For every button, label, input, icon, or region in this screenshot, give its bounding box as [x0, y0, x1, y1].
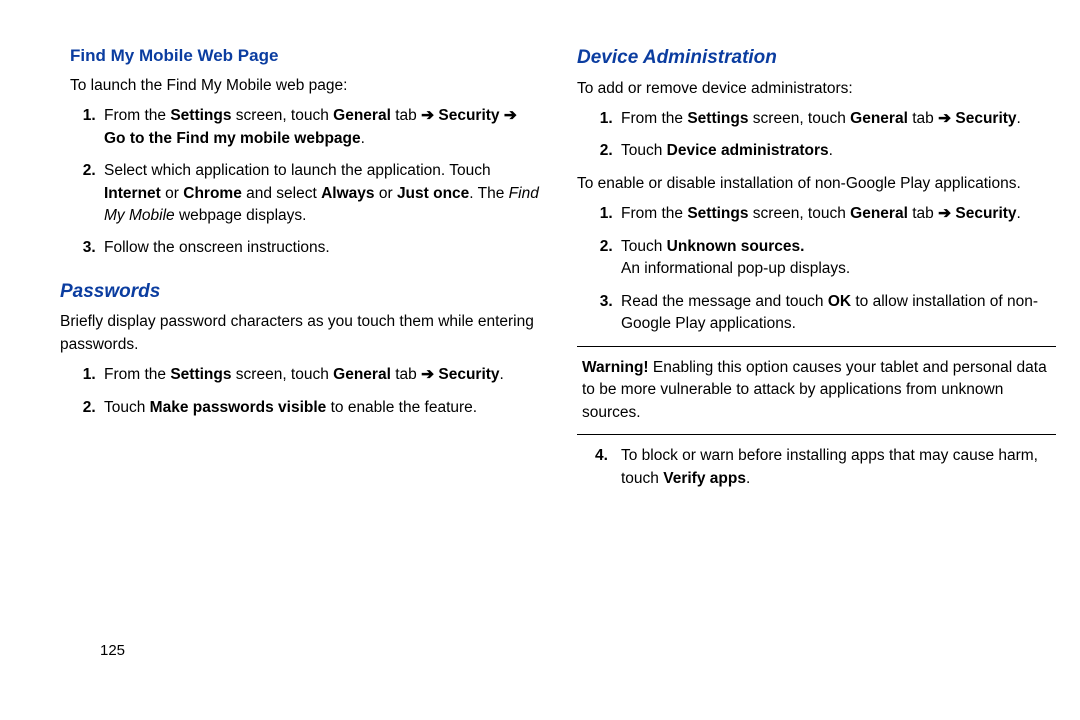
- passwords-steps-list: From the Settings screen, touch General …: [60, 364, 539, 419]
- settings-label: Settings: [170, 107, 231, 124]
- text: or: [375, 185, 397, 202]
- find-step-3: Follow the onscreen instructions.: [100, 237, 539, 259]
- dev1-step-2: Touch Device administrators.: [617, 140, 1056, 162]
- unknown-sources-steps: From the Settings screen, touch General …: [577, 203, 1056, 335]
- just-once-label: Just once: [397, 185, 469, 202]
- arrow-icon: ➔: [421, 366, 434, 383]
- text: Touch: [621, 142, 667, 159]
- divider: [577, 434, 1056, 435]
- general-label: General: [850, 110, 908, 127]
- divider: [577, 346, 1056, 347]
- heading-find-my-mobile: Find My Mobile Web Page: [60, 44, 539, 69]
- text: Select which application to launch the a…: [104, 162, 491, 179]
- settings-label: Settings: [687, 205, 748, 222]
- find-step-2: Select which application to launch the a…: [100, 160, 539, 227]
- dev2-step-1: From the Settings screen, touch General …: [617, 203, 1056, 225]
- security-label: Security: [438, 366, 499, 383]
- pw-step-1: From the Settings screen, touch General …: [100, 364, 539, 386]
- dev2-step-2: Touch Unknown sources. An informational …: [617, 236, 1056, 281]
- find-step-1: From the Settings screen, touch General …: [100, 105, 539, 150]
- text: From the: [621, 205, 687, 222]
- passwords-intro-text: Briefly display password characters as y…: [60, 311, 539, 356]
- always-label: Always: [321, 185, 374, 202]
- warning-label: Warning!: [582, 359, 649, 376]
- security-label: Security: [955, 205, 1016, 222]
- text: or: [161, 185, 183, 202]
- text: . The: [469, 185, 508, 202]
- settings-label: Settings: [687, 110, 748, 127]
- dev-admin-intro-1: To add or remove device administrators:: [577, 78, 1056, 100]
- security-label: Security: [438, 107, 499, 124]
- arrow-icon: ➔: [421, 107, 434, 124]
- internet-label: Internet: [104, 185, 161, 202]
- text: and select: [242, 185, 321, 202]
- general-label: General: [333, 107, 391, 124]
- dev-admin-intro-2: To enable or disable installation of non…: [577, 173, 1056, 195]
- general-label: General: [850, 205, 908, 222]
- warning-block: Warning! Enabling this option causes you…: [577, 357, 1056, 424]
- text: From the: [104, 107, 170, 124]
- text: From the: [621, 110, 687, 127]
- general-label: General: [333, 366, 391, 383]
- find-steps-list: From the Settings screen, touch General …: [60, 105, 539, 260]
- goto-webpage-label: Go to the Find my mobile webpage: [104, 130, 361, 147]
- text: webpage displays.: [175, 207, 307, 224]
- heading-device-administration: Device Administration: [577, 44, 1056, 72]
- dev1-step-1: From the Settings screen, touch General …: [617, 108, 1056, 130]
- settings-label: Settings: [170, 366, 231, 383]
- dev2-step-4: To block or warn before installing apps …: [617, 445, 1056, 490]
- right-column: Device Administration To add or remove d…: [542, 0, 1080, 500]
- text: Read the message and touch: [621, 293, 828, 310]
- text: tab: [391, 366, 421, 383]
- warning-text: Enabling this option causes your tablet …: [582, 359, 1047, 421]
- text: to enable the feature.: [326, 399, 477, 416]
- text: tab: [908, 205, 938, 222]
- text: screen, touch: [231, 366, 333, 383]
- chrome-label: Chrome: [183, 185, 242, 202]
- text: screen, touch: [748, 110, 850, 127]
- arrow-icon: ➔: [938, 205, 951, 222]
- text: From the: [104, 366, 170, 383]
- unknown-sources-label: Unknown sources.: [667, 238, 805, 255]
- find-intro-text: To launch the Find My Mobile web page:: [60, 75, 539, 97]
- left-column: Find My Mobile Web Page To launch the Fi…: [0, 0, 542, 500]
- unknown-sources-steps-continued: To block or warn before installing apps …: [577, 445, 1056, 490]
- text: An informational pop-up displays.: [621, 260, 850, 277]
- dev2-step-3: Read the message and touch OK to allow i…: [617, 291, 1056, 336]
- verify-apps-label: Verify apps: [663, 470, 746, 487]
- arrow-icon: ➔: [504, 107, 517, 124]
- ok-label: OK: [828, 293, 851, 310]
- make-passwords-visible-label: Make passwords visible: [150, 399, 327, 416]
- dev-admins-steps: From the Settings screen, touch General …: [577, 108, 1056, 163]
- text: screen, touch: [231, 107, 333, 124]
- pw-step-2: Touch Make passwords visible to enable t…: [100, 397, 539, 419]
- text: tab: [908, 110, 938, 127]
- heading-passwords: Passwords: [60, 278, 539, 306]
- security-label: Security: [955, 110, 1016, 127]
- text: Touch: [621, 238, 667, 255]
- arrow-icon: ➔: [938, 110, 951, 127]
- manual-page: Find My Mobile Web Page To launch the Fi…: [0, 0, 1080, 500]
- device-administrators-label: Device administrators: [667, 142, 829, 159]
- text: tab: [391, 107, 421, 124]
- text: Touch: [104, 399, 150, 416]
- text: screen, touch: [748, 205, 850, 222]
- page-number: 125: [100, 640, 125, 662]
